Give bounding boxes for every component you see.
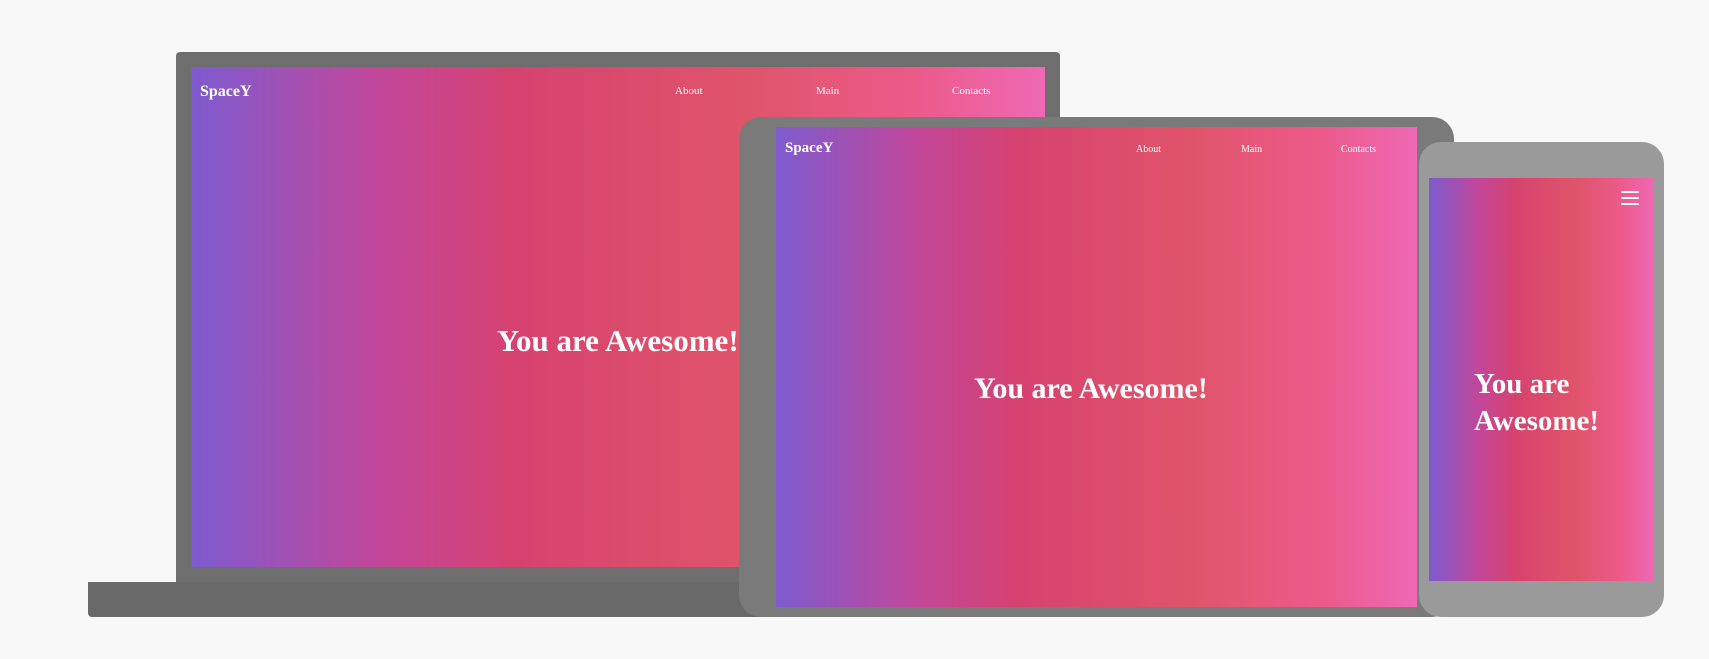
laptop-logo[interactable]: SpaceY [200, 83, 252, 101]
tablet-logo[interactable]: SpaceY [785, 140, 833, 157]
laptop-nav-about[interactable]: About [675, 85, 703, 97]
phone-hero-heading: You are Awesome! [1474, 366, 1599, 440]
device-mockup-stage: SpaceY About Main Contacts You are Aweso… [0, 0, 1709, 659]
tablet-screen: SpaceY About Main Contacts You are Aweso… [776, 127, 1417, 607]
laptop-nav-main[interactable]: Main [816, 85, 839, 97]
tablet-nav-main[interactable]: Main [1241, 144, 1262, 155]
tablet-nav-contacts[interactable]: Contacts [1341, 144, 1376, 155]
tablet-hero-heading: You are Awesome! [974, 372, 1208, 405]
phone-hero-line-2: Awesome! [1474, 405, 1600, 437]
phone-hero-line-1: You are [1474, 368, 1570, 400]
laptop-hero-heading: You are Awesome! [497, 323, 739, 358]
phone-screen: You are Awesome! [1429, 178, 1654, 581]
hamburger-icon[interactable] [1621, 191, 1639, 205]
laptop-nav-contacts[interactable]: Contacts [952, 85, 991, 97]
tablet-nav-about[interactable]: About [1136, 144, 1161, 155]
